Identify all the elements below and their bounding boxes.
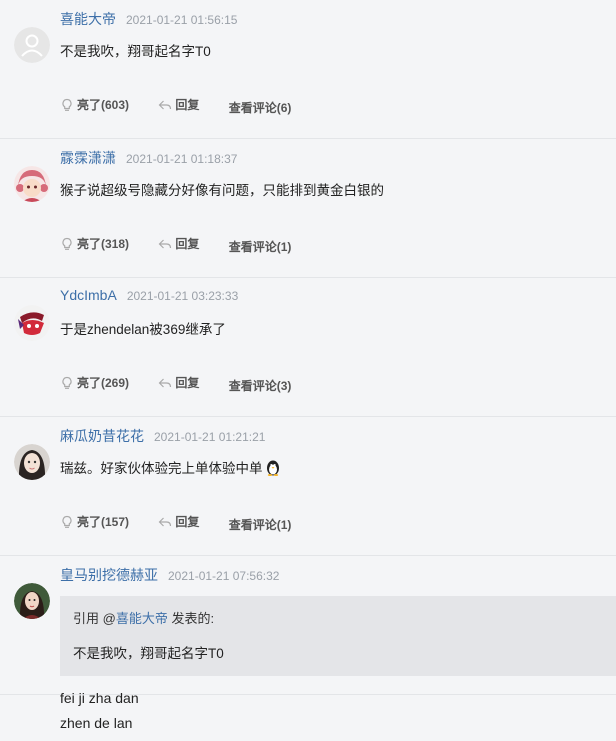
comment-header: 皇马别挖德赫亚 2021-01-21 07:56:32 [60, 565, 279, 585]
comment-item: 喜能大帝 2021-01-21 01:56:15 不是我吹，翔哥起名字T0 亮了(… [0, 0, 616, 139]
view-comments-link[interactable]: 查看评论(1) [229, 238, 292, 255]
username-link[interactable]: 麻瓜奶昔花花 [60, 428, 144, 444]
comment-text-content: 瑞兹。好家伙体验完上单体验中单 [60, 461, 263, 476]
view-comments-link[interactable]: 查看评论(1) [229, 516, 292, 533]
reply-button[interactable]: 回复 [158, 374, 199, 391]
lightbulb-icon [62, 376, 72, 389]
reply-icon [159, 517, 172, 526]
lightbulb-icon [62, 237, 72, 250]
comment-header: 麻瓜奶昔花花 2021-01-21 01:21:21 [60, 426, 265, 446]
like-button[interactable]: 亮了(603) [60, 96, 129, 113]
reply-line: fei ji zha dan [60, 690, 139, 706]
comment-actions: 亮了(603) 回复 查看评论(6) [60, 96, 317, 116]
view-comments-link[interactable]: 查看评论(6) [229, 99, 292, 116]
reply-icon [159, 378, 172, 387]
like-button[interactable]: 亮了(269) [60, 374, 129, 391]
like-label: 亮了(269) [77, 376, 130, 390]
username-link[interactable]: 皇马别挖德赫亚 [60, 567, 158, 583]
quote-suffix: 发表的: [167, 611, 215, 626]
reply-label: 回复 [175, 98, 200, 112]
timestamp: 2021-01-21 01:18:37 [126, 152, 238, 166]
username-link[interactable]: 霡霂潇潇 [60, 150, 116, 166]
like-button[interactable]: 亮了(157) [60, 513, 129, 530]
view-comments-link[interactable]: 查看评论(3) [229, 377, 292, 394]
quoted-text: 不是我吹，翔哥起名字T0 [73, 646, 224, 661]
comment-text: 于是zhendelan被369继承了 [60, 322, 226, 337]
reply-line: zhen de lan [60, 715, 133, 731]
girl-photo-avatar[interactable] [14, 444, 50, 480]
reply-icon [159, 239, 172, 248]
username-link[interactable]: YdcImbA [60, 287, 117, 303]
comment-header: YdcImbA 2021-01-21 03:23:33 [60, 287, 238, 303]
quote-header: 引用 @喜能大帝 发表的: [73, 608, 214, 627]
default-avatar[interactable] [14, 27, 50, 63]
comment-item: YdcImbA 2021-01-21 03:23:33 于是zhendelan被3… [0, 278, 616, 417]
timestamp: 2021-01-21 01:21:21 [154, 430, 266, 444]
like-label: 亮了(318) [77, 237, 130, 251]
username-link[interactable]: 喜能大帝 [60, 11, 116, 27]
quoted-username-link[interactable]: 喜能大帝 [116, 611, 168, 626]
lightbulb-icon [62, 98, 72, 111]
comment-actions: 亮了(318) 回复 查看评论(1) [60, 235, 317, 255]
comment-item: 麻瓜奶昔花花 2021-01-21 01:21:21 瑞兹。好家伙体验完上单体验中… [0, 417, 616, 556]
timestamp: 2021-01-21 07:56:32 [168, 569, 280, 583]
reply-button[interactable]: 回复 [158, 235, 199, 252]
comment-text: 瑞兹。好家伙体验完上单体验中单 [60, 457, 281, 477]
penguin-emoji-icon [266, 460, 279, 476]
reply-label: 回复 [175, 515, 200, 529]
comment-actions: 亮了(157) 回复 查看评论(1) [60, 513, 317, 533]
timestamp: 2021-01-21 01:56:15 [126, 13, 238, 27]
reply-label: 回复 [175, 237, 200, 251]
quote-prefix: 引用 @ [73, 611, 116, 626]
reply-button[interactable]: 回复 [158, 513, 199, 530]
comment-text: 不是我吹，翔哥起名字T0 [60, 44, 211, 59]
anime-girl-avatar[interactable] [14, 166, 50, 202]
comment-actions: 亮了(269) 回复 查看评论(3) [60, 374, 317, 394]
reply-button[interactable]: 回复 [158, 96, 199, 113]
comment-header: 喜能大帝 2021-01-21 01:56:15 [60, 9, 237, 29]
comment-text: 猴子说超级号隐藏分好像有问题，只能排到黄金白银的 [60, 183, 384, 198]
comment-header: 霡霂潇潇 2021-01-21 01:18:37 [60, 148, 237, 168]
comment-item: 霡霂潇潇 2021-01-21 01:18:37 猴子说超级号隐藏分好像有问题，只… [0, 139, 616, 278]
red-mask-avatar[interactable] [14, 305, 50, 341]
comment-item: 皇马别挖德赫亚 2021-01-21 07:56:32 引用 @喜能大帝 发表的:… [0, 556, 616, 731]
quote-block: 引用 @喜能大帝 发表的: 不是我吹，翔哥起名字T0 [60, 596, 616, 676]
like-label: 亮了(603) [77, 98, 130, 112]
woman-photo-avatar[interactable] [14, 583, 50, 619]
lightbulb-icon [62, 515, 72, 528]
timestamp: 2021-01-21 03:23:33 [126, 289, 239, 303]
like-button[interactable]: 亮了(318) [60, 235, 129, 252]
reply-label: 回复 [175, 376, 200, 390]
reply-icon [159, 100, 172, 109]
like-label: 亮了(157) [77, 515, 130, 529]
